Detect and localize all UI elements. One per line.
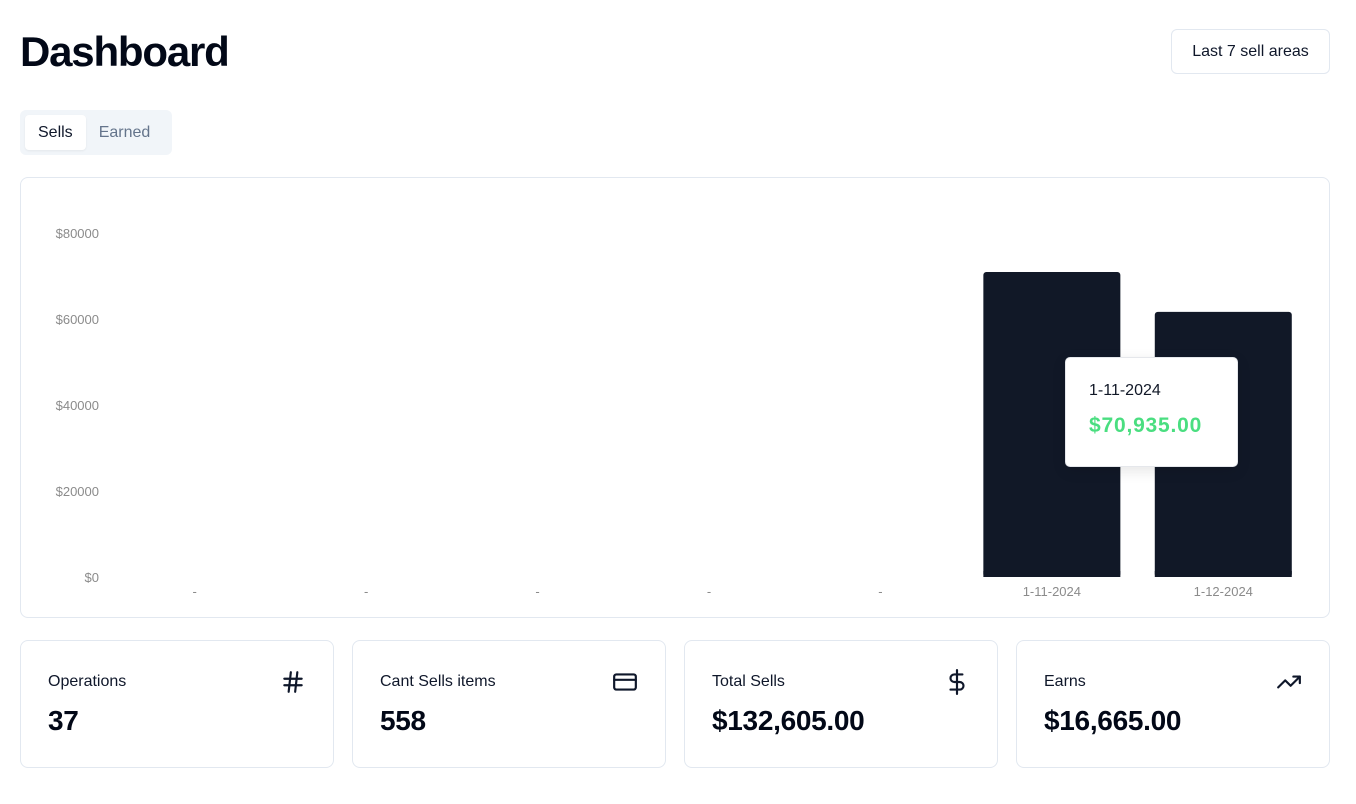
stat-label: Operations (48, 673, 127, 690)
stat-card-operations: Operations 37 (20, 640, 334, 768)
x-tick-label: - (193, 584, 197, 599)
stat-card-sells-items: Cant Sells items 558 (352, 640, 666, 768)
y-tick-label: $0 (85, 570, 99, 585)
x-tick-label: - (535, 584, 539, 599)
chart-bar-base (983, 571, 1121, 577)
x-tick-label: - (364, 584, 368, 599)
x-tick-label: - (878, 584, 882, 599)
tab-list: Sells Earned (20, 110, 172, 155)
hash-icon (283, 671, 303, 693)
tab-sells[interactable]: Sells (25, 115, 86, 150)
chart-tooltip: 1-11-2024 $70,935.00 (1065, 357, 1238, 467)
range-select-button[interactable]: Last 7 sell areas (1171, 29, 1330, 74)
trending-up-icon (1277, 675, 1301, 689)
x-tick-label: 1-11-2024 (1023, 584, 1081, 599)
dashboard-page: Dashboard Last 7 sell areas Sells Earned… (0, 0, 1356, 804)
y-tick-label: $80000 (56, 226, 99, 241)
stat-label: Cant Sells items (380, 673, 496, 690)
credit-card-icon (613, 673, 637, 691)
chart-bar-base (1154, 571, 1292, 577)
y-tick-label: $60000 (56, 312, 99, 327)
sales-chart-card: $0 $20000 $40000 $60000 $80000 - - - - - 1-11-2024… (20, 177, 1330, 618)
stat-value: 37 (48, 705, 79, 736)
tab-earned[interactable]: Earned (86, 115, 164, 150)
stat-label: Earns (1044, 673, 1086, 690)
y-tick-label: $40000 (56, 398, 99, 413)
stat-value: $16,665.00 (1044, 705, 1182, 736)
page-title: Dashboard (20, 28, 230, 75)
stat-label: Total Sells (712, 673, 785, 690)
stat-card-total-sells: Total Sells $132,605.00 (684, 640, 998, 768)
stat-card-earns: Earns $16,665.00 (1016, 640, 1330, 768)
tooltip-value: $70,935.00 (1089, 414, 1203, 437)
y-tick-label: $20000 (56, 484, 99, 499)
stat-value: 558 (380, 705, 426, 736)
x-tick-label: - (707, 584, 711, 599)
stat-value: $132,605.00 (712, 705, 865, 736)
tooltip-date: 1-11-2024 (1089, 382, 1161, 399)
dollar-sign-icon (949, 669, 965, 695)
x-tick-label: 1-12-2024 (1194, 584, 1253, 599)
